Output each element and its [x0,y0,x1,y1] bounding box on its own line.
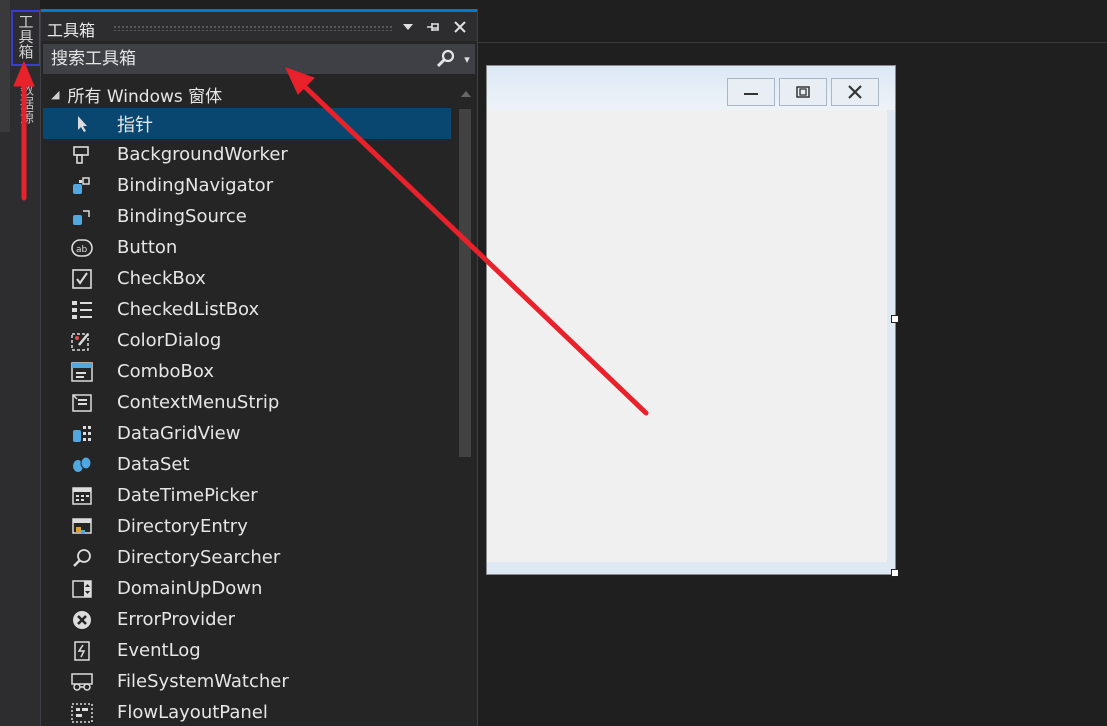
toolbox-item-directory-entry[interactable]: DirectoryEntry [43,511,451,542]
form-designer[interactable] [486,65,896,575]
toolbox-item-label: FileSystemWatcher [117,671,289,692]
toolbox-item-background-worker[interactable]: BackgroundWorker [43,139,451,170]
toolbox-item-label: CheckedListBox [117,299,260,320]
toolbox-item-label: 指针 [117,114,153,136]
toolbox-item-directory-searcher[interactable]: DirectorySearcher [43,542,451,573]
dataset-icon [69,454,95,476]
eventlog-icon [69,640,95,662]
collapse-caret-icon[interactable]: ◢ [51,88,59,101]
maximize-icon [796,86,810,98]
svg-text:ab: ab [76,245,88,255]
datetimepicker-icon [69,485,95,507]
form-titlebar [487,66,895,110]
form-client-area[interactable] [487,110,887,562]
tab-toolbox[interactable]: 工具箱 [11,10,41,66]
title-grip [113,25,393,31]
domain-updown-icon [69,578,95,600]
side-tab-strip: 工具箱 数据源 [0,0,41,726]
directory-searcher-icon [69,547,95,569]
flowlayoutpanel-icon [69,702,95,724]
binding-source-icon [69,206,95,228]
toolbox-item-binding-source[interactable]: BindingSource [43,201,451,232]
toolbox-titlebar[interactable]: 工具箱 [41,9,477,41]
directory-entry-icon [69,516,95,538]
maximize-button [779,78,827,106]
color-dialog-icon [69,330,95,352]
window-position-menu-button[interactable] [397,16,419,38]
binding-navigator-icon [69,175,95,197]
search-input[interactable] [43,49,433,69]
tab-data-sources[interactable]: 数据源 [12,78,40,148]
form-close-button [831,78,879,106]
section-label: 所有 Windows 窗体 [67,86,223,107]
scroll-up-arrow-icon[interactable] [461,91,471,97]
toolbox-item-button[interactable]: ab Button [43,232,451,263]
toolbox-item-list: 指针 BackgroundWorker BindingNavigator Bindin… [43,108,451,726]
toolbox-item-label: Button [117,237,178,258]
toolbox-panel: 工具箱 ▾ ◢ 所有 Windows 窗体 指针 BackgroundWorker… [40,9,478,726]
toolbox-item-datetimepicker[interactable]: DateTimePicker [43,480,451,511]
search-icon[interactable] [433,46,459,72]
toolbox-item-eventlog[interactable]: EventLog [43,635,451,666]
minimize-button [727,78,775,106]
toolbox-title: 工具箱 [47,21,96,40]
toolbox-item-label: BindingSource [117,206,247,227]
toolbox-item-label: FlowLayoutPanel [117,702,268,723]
toolbox-item-combobox[interactable]: ComboBox [43,356,451,387]
pointer-icon [69,113,95,135]
toolbox-item-datagridview[interactable]: DataGridView [43,418,451,449]
checkbox-icon [69,268,95,290]
toolbox-item-checkbox[interactable]: CheckBox [43,263,451,294]
context-menu-strip-icon [69,392,95,414]
toolbox-item-checked-listbox[interactable]: CheckedListBox [43,294,451,325]
search-box: ▾ [43,44,475,74]
section-header[interactable]: ◢ 所有 Windows 窗体 [51,81,222,107]
toolbox-item-label: DomainUpDown [117,578,263,599]
toolbox-item-label: CheckBox [117,268,206,289]
resize-handle-corner[interactable] [891,569,899,577]
close-button[interactable] [449,16,471,38]
toolbox-item-filesystemwatcher[interactable]: FileSystemWatcher [43,666,451,697]
resize-handle-right[interactable] [891,315,899,323]
toolbox-item-label: BindingNavigator [117,175,274,196]
error-provider-icon [69,609,95,631]
vertical-scrollbar[interactable] [457,85,473,726]
toolbox-item-pointer[interactable]: 指针 [43,108,451,139]
toolbox-item-label: ColorDialog [117,330,222,351]
strip-divider [0,0,10,132]
caret-down-icon [403,24,413,30]
filesystemwatcher-icon [69,671,95,693]
editor-tab-strip [478,9,1107,43]
background-worker-icon [69,144,95,166]
toolbox-item-label: DataGridView [117,423,241,444]
button-icon: ab [69,237,95,259]
toolbox-item-label: DataSet [117,454,190,475]
datagridview-icon [69,423,95,445]
scrollbar-thumb[interactable] [459,109,471,457]
toolbox-item-label: ContextMenuStrip [117,392,280,413]
close-icon [848,85,862,99]
toolbox-item-label: ComboBox [117,361,215,382]
checked-listbox-icon [69,299,95,321]
toolbox-item-color-dialog[interactable]: ColorDialog [43,325,451,356]
toolbox-item-binding-navigator[interactable]: BindingNavigator [43,170,451,201]
toolbox-item-label: EventLog [117,640,201,661]
search-options-dropdown[interactable]: ▾ [459,53,475,66]
toolbox-item-label: BackgroundWorker [117,144,288,165]
pin-icon [427,23,439,31]
toolbox-item-flowlayoutpanel[interactable]: FlowLayoutPanel [43,697,451,726]
close-icon [454,21,466,33]
minimize-icon [744,93,758,95]
toolbox-item-label: DirectoryEntry [117,516,248,537]
auto-hide-pin-button[interactable] [423,16,445,38]
toolbox-item-domain-updown[interactable]: DomainUpDown [43,573,451,604]
toolbox-item-context-menu-strip[interactable]: ContextMenuStrip [43,387,451,418]
combobox-icon [69,361,95,383]
toolbox-item-error-provider[interactable]: ErrorProvider [43,604,451,635]
toolbox-item-label: DirectorySearcher [117,547,281,568]
toolbox-item-label: DateTimePicker [117,485,258,506]
toolbox-item-dataset[interactable]: DataSet [43,449,451,480]
toolbox-item-label: ErrorProvider [117,609,235,630]
